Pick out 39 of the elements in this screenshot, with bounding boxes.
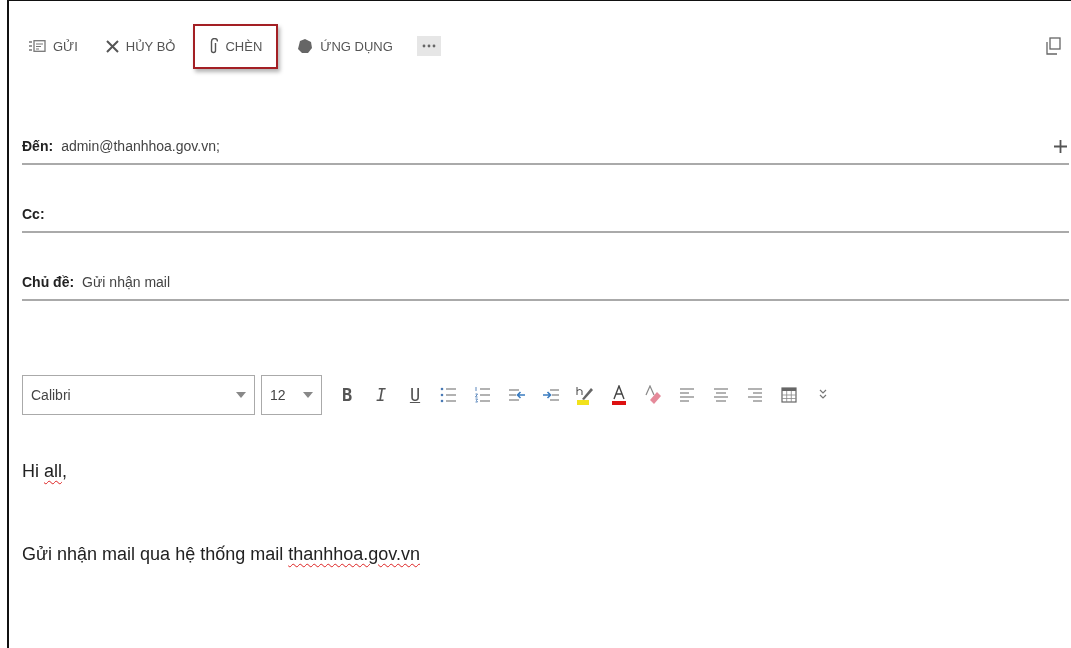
paperclip-icon [209, 37, 219, 55]
close-icon [105, 39, 119, 53]
body-paragraph: Hi all, [22, 461, 69, 482]
address-field[interactable]: Cc: [22, 197, 1069, 233]
field-value: admin@thanhhoa.gov.vn; [61, 138, 220, 154]
ellipsis-icon [421, 44, 436, 48]
apps-button[interactable]: ỨNG DỤNG [286, 30, 403, 62]
field-label: Đến: [22, 138, 54, 154]
bold-button[interactable]: B [338, 385, 356, 405]
table-icon[interactable] [780, 385, 798, 405]
dropdown-arrow-icon [236, 392, 246, 398]
font-size: 12 [270, 387, 286, 403]
align-center-icon[interactable] [712, 385, 730, 405]
address-field[interactable]: Đến: admin@thanhhoa.gov.vn; [22, 129, 1069, 165]
more-button[interactable] [416, 36, 441, 56]
address-field[interactable]: Chủ đề: Gửi nhận mail [22, 265, 1069, 301]
pop-out-icon[interactable] [1046, 37, 1061, 55]
highlighter-icon[interactable] [576, 385, 594, 405]
font-dropdown[interactable]: Calibri [22, 375, 255, 415]
align-right-icon[interactable] [746, 385, 764, 405]
align-left-icon[interactable] [678, 385, 696, 405]
field-value: Gửi nhận mail [82, 274, 171, 290]
add-icon[interactable] [1054, 139, 1067, 153]
bullets-icon[interactable] [440, 385, 458, 405]
send-button[interactable]: GỬI [19, 30, 88, 62]
attach-button[interactable]: CHÈN [193, 23, 279, 69]
field-label: Cc: [22, 206, 45, 222]
dropdown-arrow-icon [303, 392, 313, 398]
discard-button[interactable]: HỦY BỎ [95, 30, 186, 62]
font-color-icon[interactable] [610, 385, 628, 405]
body-paragraph: Gửi nhận mail qua hệ thống mail thanhhoa.gov.vn [22, 544, 421, 565]
italic-button[interactable]: I [372, 385, 390, 405]
font-name: Calibri [31, 387, 71, 403]
eraser-icon[interactable] [644, 385, 662, 405]
field-label: Chủ đề: [22, 274, 75, 290]
numbered-list-icon[interactable] [474, 385, 492, 405]
font-size-dropdown[interactable]: 12 [261, 375, 322, 415]
underline-button[interactable]: U [406, 385, 424, 405]
compose-icon [29, 40, 46, 52]
